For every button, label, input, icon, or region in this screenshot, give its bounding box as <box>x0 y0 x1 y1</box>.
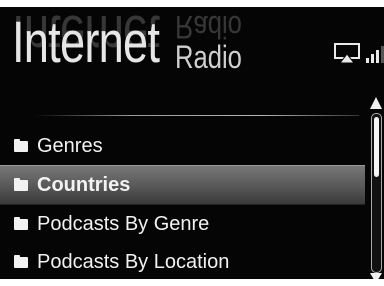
status-bar <box>334 37 384 64</box>
screen: Internet Radio Internet Radio Genres Cou… <box>0 0 384 286</box>
title-reflection-radio: Radio <box>174 9 242 45</box>
category-list: Genres Countries Podcasts By Genre Podca… <box>0 127 365 279</box>
list-item-label: Podcasts By Genre <box>37 212 210 235</box>
list-item-podcasts-by-genre[interactable]: Podcasts By Genre <box>0 205 365 243</box>
scroll-track[interactable] <box>371 113 382 273</box>
airplay-icon[interactable] <box>334 43 360 64</box>
list-item-label: Podcasts By Location <box>37 250 230 273</box>
scroll-thumb[interactable] <box>374 117 379 177</box>
list-item-label: Genres <box>37 134 103 157</box>
list-item-genres[interactable]: Genres <box>0 127 365 165</box>
scroll-up-arrow-icon[interactable] <box>370 97 382 109</box>
header-divider <box>34 115 359 116</box>
folder-icon <box>14 138 28 152</box>
scrollbar[interactable] <box>368 97 384 279</box>
scroll-down-arrow-icon[interactable] <box>370 273 382 279</box>
folder-icon <box>14 254 28 268</box>
list-item-label: Countries <box>37 173 131 196</box>
list-item-countries[interactable]: Countries <box>0 165 365 205</box>
radio-panel: Internet Radio Internet Radio Genres Cou… <box>0 7 384 279</box>
title-reflection-internet: Internet <box>12 7 160 68</box>
list-item-podcasts-by-location[interactable]: Podcasts By Location <box>0 243 365 279</box>
title-reflection: Internet Radio <box>12 7 258 69</box>
folder-icon <box>14 177 28 191</box>
signal-strength-icon <box>366 45 384 63</box>
folder-icon <box>14 216 28 230</box>
